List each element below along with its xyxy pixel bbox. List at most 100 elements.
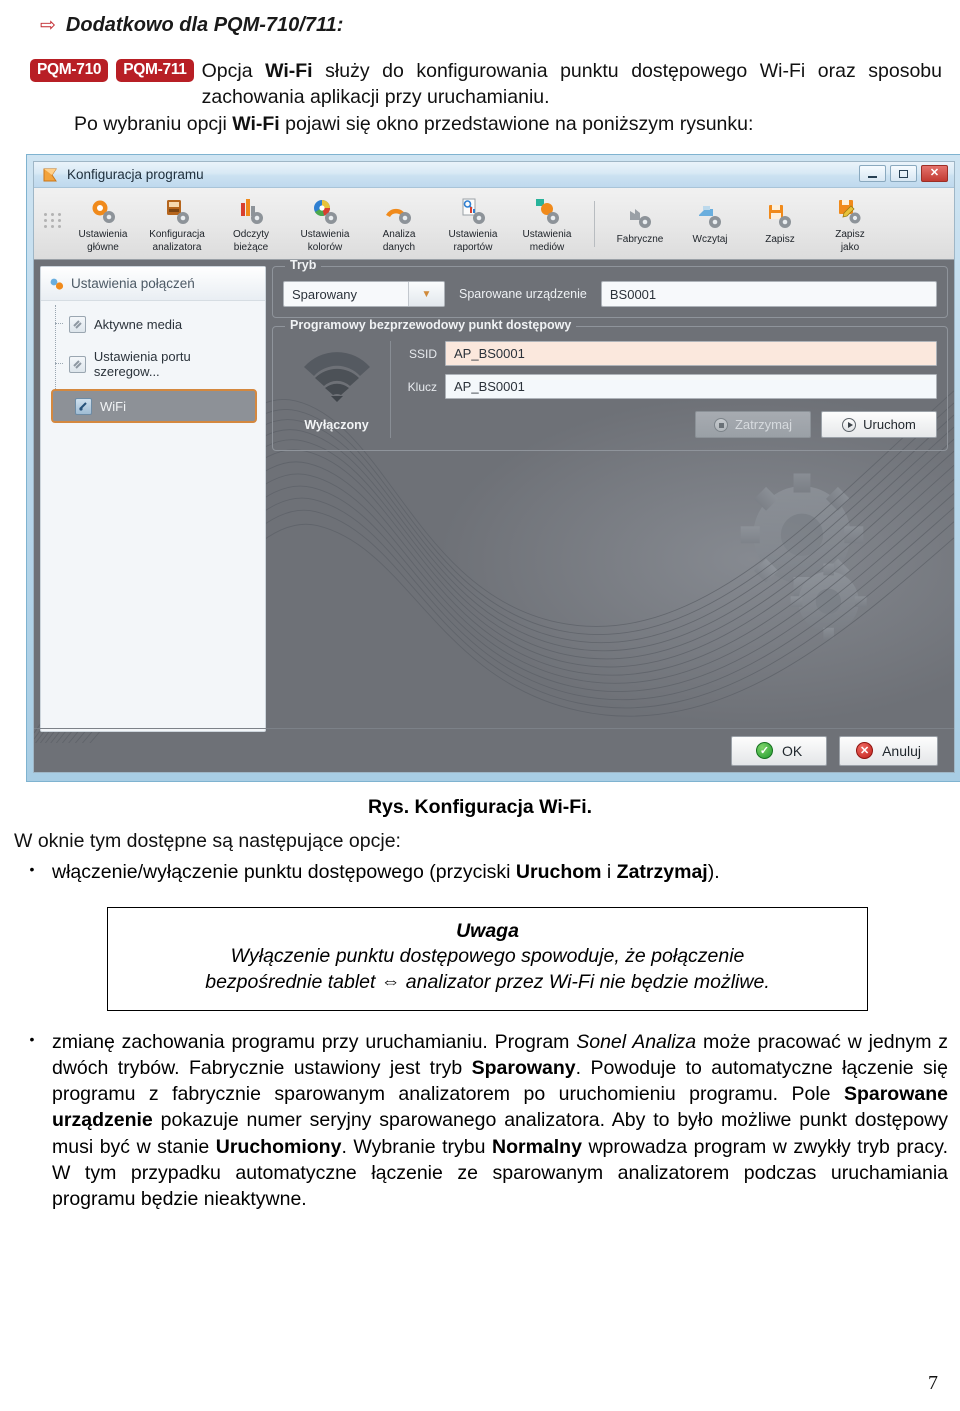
load-gear-icon [699,206,721,229]
wifi-signal-icon [303,352,370,403]
toolbar-item-zapisz-jako[interactable]: Zapisz jako [815,195,885,253]
section-heading-text: Dodatkowo dla PQM-710/711: [65,14,344,36]
sidebar-item-aktywne-media[interactable]: Aktywne media [47,309,259,339]
ok-button-label: OK [781,742,803,759]
mode-group-title: Tryb [285,260,322,273]
dialog-footer: ✓ OK ✕ Anuluj [34,728,954,772]
stop-button[interactable]: Zatrzymaj [695,411,811,439]
toolbar-label: Konfiguracja [149,228,205,240]
stop-button-label: Zatrzymaj [734,417,793,433]
save-as-gear-icon [839,199,861,224]
settings-pane: Tryb Sparowany ▼ Sparowane urządzenie BS… [272,260,948,772]
toolbar-item-konfiguracja-analizatora[interactable]: Konfiguracja analizatora [140,195,214,253]
save-floppy-gear-icon [769,205,791,229]
arrow-right-icon: ⇨ [40,15,56,36]
color-wheel-gear-icon [314,199,337,224]
bars-gear-icon [241,198,263,224]
app-flag-icon [43,168,57,182]
toolbar-label2: analizatora [152,241,202,253]
figure-caption: Rys. Konfiguracja Wi-Fi. [367,796,593,819]
mode-group: Tryb Sparowany ▼ Sparowane urządzenie BS… [272,260,948,319]
toolbar-label2: jako [840,241,860,253]
minimize-icon [868,175,877,178]
toolbar-label: Fabryczne [616,234,664,246]
section-heading: ⇨ Dodatkowo dla PQM-710/711: [40,14,948,37]
ok-button[interactable]: ✓ OK [731,735,828,766]
badge-pqm711: PQM-711 [116,59,194,82]
bullet-item: • włączenie/wyłączenie punktu dostępoweg… [12,859,948,885]
cancel-button[interactable]: ✕ Anuluj [839,735,938,766]
toolbar-item-ustawienia-mediow[interactable]: Ustawienia mediów [510,195,584,253]
toolbar-item-ustawienia-glowne[interactable]: Ustawienia główne [66,195,140,253]
bold-normalny: Normalny [491,1135,582,1158]
media-node-icon [69,315,86,333]
bullet-bold-zatrzymaj: Zatrzymaj [616,860,708,883]
access-point-status: Wyłączony [283,341,391,439]
bullet-marker: • [29,860,35,877]
intro-text: Opcja Wi-Fi służy do konfigurowania punk… [201,60,942,108]
toolbar-label: Ustawienia [522,228,572,240]
toolbar-label: Analiza [382,228,416,240]
toolbar[interactable]: Ustawienia główne Konfiguracja analizato… [34,188,954,261]
toolbar-item-odczyty-biezace[interactable]: Odczyty bieżące [214,195,288,253]
toolbar-item-ustawienia-kolorow[interactable]: Ustawienia kolorów [288,195,362,253]
sidebar-item-ustawienia-portu-szeregowego[interactable]: Ustawienia portu szeregow... [47,349,259,379]
sidebar-item-label: Aktywne media [94,316,183,332]
note-title: Uwaga [456,920,519,943]
toolbar-label2: mediów [529,241,565,253]
toolbar-label: Ustawienia [448,228,498,240]
cancel-button-label: Anuluj [882,742,921,759]
gear-orange-icon [92,200,115,223]
sidebar-item-wifi[interactable]: WiFi [51,389,257,424]
close-button[interactable]: ✕ [921,165,948,183]
key-row: Klucz AP_BS0001 [403,374,937,400]
maximize-button[interactable] [890,165,917,183]
toolbar-label: Ustawienia [78,228,128,240]
drag-grip-icon[interactable] [43,213,61,229]
factory-gear-icon [630,209,651,229]
start-button[interactable]: Uruchom [821,411,937,439]
wifi-node-icon [75,397,92,415]
bullet-item: • zmianę zachowania programu przy urucha… [12,1029,948,1213]
chevron-down-icon[interactable]: ▼ [408,282,444,307]
media-gear-icon [536,198,559,224]
connection-settings-icon [50,278,64,290]
bidirectional-arrow-icon: ⇔ [380,971,401,994]
intro-paragraph: PQM-710 PQM-711 Opcja Wi-Fi służy do kon… [12,59,948,138]
page-number: 7 [928,1372,938,1394]
access-point-content: Wyłączony SSID AP_BS0001 Klucz AP_BS0001… [283,341,937,439]
key-field[interactable]: AP_BS0001 [445,374,937,400]
window-controls[interactable]: ✕ [859,165,948,183]
mode-select[interactable]: Sparowany ▼ [283,281,445,308]
access-point-group: Programowy bezprzewodowy punkt dostępowy [272,318,948,452]
sidebar[interactable]: Ustawienia połączeń Aktywne media Ustawi… [40,266,266,733]
access-point-buttons: Zatrzymaj Uruchom [403,407,937,439]
toolbar-label: Zapisz [835,228,865,240]
access-point-state: Wyłączony [304,418,369,433]
window-body: Ustawienia połączeń Aktywne media Ustawi… [34,260,954,773]
mode-row: Sparowany ▼ Sparowane urządzenie BS0001 [283,281,937,308]
toolbar-label2: danych [382,241,416,253]
close-icon: ✕ [929,167,940,180]
cross-circle-icon: ✕ [856,742,874,760]
options-section: W oknie tym dostępne są następujące opcj… [12,829,948,885]
ssid-field[interactable]: AP_BS0001 [445,341,937,367]
toolbar-label: Odczyty [232,228,270,240]
note-line-2: bezpośrednie tablet ⇔ analizator przez W… [205,971,770,994]
minimize-button[interactable] [859,165,886,183]
check-circle-icon: ✓ [755,742,773,760]
toolbar-item-ustawienia-raportow[interactable]: Ustawienia raportów [436,195,510,253]
toolbar-item-analiza-danych[interactable]: Analiza danych [362,195,436,253]
paired-device-field[interactable]: BS0001 [600,281,937,308]
window-titlebar[interactable]: Konfiguracja programu ✕ [34,162,954,189]
toolbar-item-fabryczne[interactable]: Fabryczne [605,200,675,247]
sidebar-item-label: WiFi [100,398,126,414]
toolbar-label: Wczytaj [692,234,728,246]
sidebar-items[interactable]: Aktywne media Ustawienia portu szeregow.… [41,301,265,433]
toolbar-label2: raportów [453,241,493,253]
app-window: Konfiguracja programu ✕ Ustawienia główn… [33,161,955,774]
toolbar-item-wczytaj[interactable]: Wczytaj [675,200,745,247]
badge-pqm710: PQM-710 [30,59,109,82]
toolbar-label: Ustawienia [300,228,350,240]
toolbar-item-zapisz[interactable]: Zapisz [745,200,815,247]
